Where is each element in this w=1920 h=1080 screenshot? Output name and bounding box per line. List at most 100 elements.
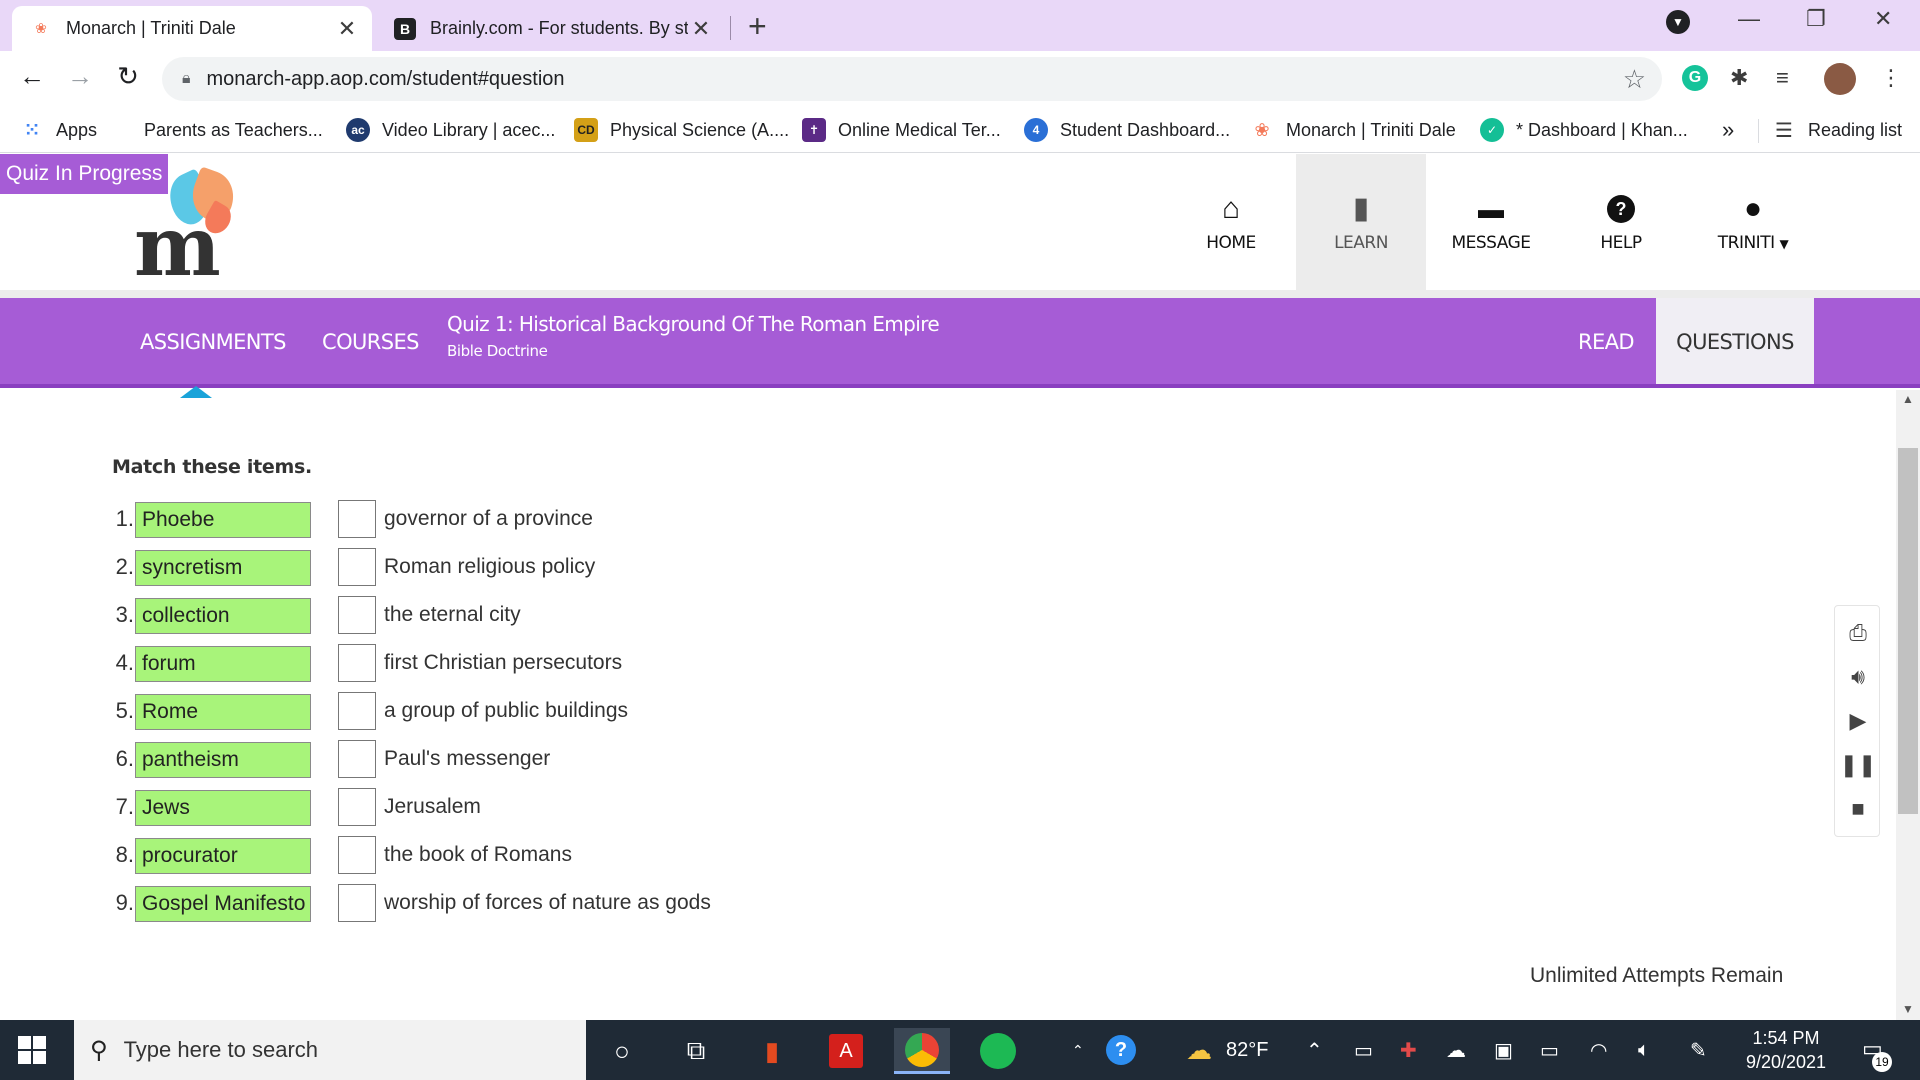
monarch-logo[interactable]: m [134,166,244,288]
wifi-icon[interactable]: ◠ [1590,1020,1607,1080]
term-chip[interactable]: Phoebe [135,502,311,538]
term-chip[interactable]: Rome [135,694,311,730]
new-tab-icon[interactable]: + [748,8,767,45]
tab-questions[interactable]: QUESTIONS [1656,298,1814,386]
tray-overflow-icon[interactable]: ⌃ [1072,1020,1084,1080]
term-chip[interactable]: Gospel Manifesto [135,886,311,922]
answer-input[interactable] [338,884,376,922]
term-chip[interactable]: Jews [135,790,311,826]
bookmark-physical-science[interactable]: CD Physical Science (A.... [574,107,789,153]
lock-icon: 🔒︎ [182,70,191,87]
question-instruction: Match these items. [112,456,312,478]
item-number: 2. [115,554,134,579]
tab-search-icon[interactable]: ▼ [1666,10,1690,34]
cortana-icon[interactable]: ○ [594,1028,650,1074]
stop-icon[interactable]: ■ [1835,796,1881,822]
play-icon[interactable]: ▶ [1835,708,1881,734]
battery-icon[interactable]: ▭ [1540,1020,1559,1080]
forward-icon[interactable]: → [62,61,98,92]
scroll-thumb[interactable] [1898,448,1918,814]
tab-assignments[interactable]: ASSIGNMENTS [140,298,286,386]
answer-input[interactable] [338,788,376,826]
speaker-icon[interactable]: 🔊︎ [1835,664,1881,690]
onedrive-icon[interactable]: ☁ [1446,1020,1466,1080]
bookmark-khan-dashboard[interactable]: ✓ * Dashboard | Khan... [1480,107,1688,153]
scroll-up-icon[interactable]: ▲ [1896,392,1920,406]
nav-learn[interactable]: ▮ LEARN [1296,154,1426,290]
clock-time: 1:54 PM [1752,1028,1820,1048]
media-control-icon[interactable]: ≡ [1776,65,1789,91]
minimize-icon[interactable]: — [1738,6,1760,32]
answer-input[interactable] [338,596,376,634]
answer-input[interactable] [338,644,376,682]
user-name: TRINITI [1717,233,1775,253]
acrobat-icon[interactable]: A [818,1028,874,1074]
grammarly-icon[interactable]: G [1682,65,1708,91]
address-bar[interactable]: 🔒︎ monarch-app.aop.com/student#question … [162,57,1662,101]
tab-brainly[interactable]: B Brainly.com - For students. By stu ✕ [376,6,726,51]
bookmark-student-dashboard[interactable]: 4 Student Dashboard... [1024,107,1230,153]
more-bookmarks-icon[interactable]: » [1722,117,1734,143]
print-icon[interactable]: ⎙ [1835,620,1881,646]
nav-label: HELP [1600,233,1642,253]
tab-title: Brainly.com - For students. By stu [430,18,688,38]
tab-courses[interactable]: COURSES [322,298,419,386]
term-chip[interactable]: forum [135,646,311,682]
volume-icon[interactable]: 🔈︎ [1638,1020,1650,1080]
meet-now-icon[interactable]: ▭ [1354,1020,1373,1080]
screen-tray-icon[interactable]: ▣ [1494,1020,1513,1080]
profile-avatar[interactable] [1824,63,1856,95]
windows-start-icon[interactable] [18,1036,46,1064]
restore-icon[interactable]: ❐ [1806,6,1826,32]
nav-help[interactable]: ? HELP [1556,154,1686,290]
term-chip[interactable]: syncretism [135,550,311,586]
chevron-down-icon: ▼ [1779,237,1789,251]
answer-input[interactable] [338,548,376,586]
menu-kebab-icon[interactable]: ⋮ [1880,65,1902,91]
term-chip[interactable]: pantheism [135,742,311,778]
bookmarks-bar: ⁙ Apps Parents as Teachers... ac Video L… [0,107,1920,153]
close-window-icon[interactable]: ✕ [1874,6,1892,32]
bookmark-video-library[interactable]: ac Video Library | acec... [346,107,555,153]
answer-input[interactable] [338,692,376,730]
back-icon[interactable]: ← [14,61,50,92]
term-chip[interactable]: collection [135,598,311,634]
office-icon[interactable]: ▮ [744,1028,800,1074]
spotify-icon[interactable] [970,1028,1026,1074]
pause-icon[interactable]: ❚❚ [1835,752,1881,778]
nav-user-menu[interactable]: ● TRINITI ▼ [1688,154,1818,290]
bookmark-apps[interactable]: ⁙ Apps [20,107,97,153]
system-clock[interactable]: 1:54 PM 9/20/2021 [1726,1026,1846,1074]
answer-input[interactable] [338,836,376,874]
show-hidden-icons[interactable]: ⌃ [1306,1020,1323,1080]
nav-home[interactable]: ⌂ HOME [1166,154,1296,290]
pen-icon[interactable]: ✎ [1690,1020,1707,1080]
gift-icon[interactable]: ✚ [1400,1020,1417,1080]
bookmark-monarch[interactable]: ❀ Monarch | Triniti Dale [1250,107,1455,153]
bookmark-label: Physical Science (A.... [610,119,790,140]
reload-icon[interactable]: ↻ [110,61,146,92]
close-tab-icon[interactable]: ✕ [688,16,714,42]
tab-read[interactable]: READ [1578,298,1635,386]
weather-widget[interactable]: ☁ 82°F [1186,1020,1268,1080]
scroll-down-icon[interactable]: ▼ [1896,1002,1920,1016]
brainly-favicon-icon: B [394,17,416,40]
taskbar-search[interactable]: ⚲ Type here to search [74,1020,586,1080]
extensions-icon[interactable]: ✱ [1730,65,1748,91]
definition-text: Roman religious policy [384,555,596,578]
term-chip[interactable]: procurator [135,838,311,874]
answer-input[interactable] [338,500,376,538]
bookmark-medical-terms[interactable]: ✝ Online Medical Ter... [802,107,1001,153]
answer-input[interactable] [338,740,376,778]
reading-list[interactable]: ☰ Reading list [1772,107,1902,153]
bookmark-label: Apps [56,119,98,140]
browser-toolbar: ← → ↻ 🔒︎ monarch-app.aop.com/student#que… [0,51,1920,107]
bookmark-parents-as-teachers[interactable]: Parents as Teachers... [122,107,323,153]
nav-message[interactable]: ▬ MESSAGE [1426,154,1556,290]
tab-monarch[interactable]: ❀ Monarch | Triniti Dale ✕ [12,6,372,51]
bookmark-star-icon[interactable]: ☆ [1623,64,1646,95]
close-tab-icon[interactable]: ✕ [334,16,360,42]
task-view-icon[interactable]: ⧉ [668,1028,724,1074]
chrome-icon[interactable] [894,1028,950,1074]
help-tray-icon[interactable]: ? [1106,1020,1136,1080]
